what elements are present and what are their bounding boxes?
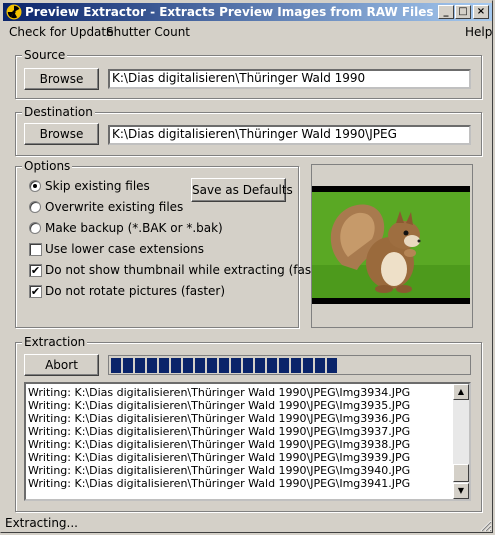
log-line: Writing: K:\Dias digitalisieren\Thüringe… bbox=[28, 425, 411, 438]
radio-overwrite-existing-label: Overwrite existing files bbox=[45, 200, 184, 214]
menu-bar: Check for Update Shutter Count Help bbox=[3, 23, 492, 41]
close-button[interactable]: × bbox=[473, 5, 489, 19]
progress-segment bbox=[243, 358, 253, 373]
menu-shutter-count[interactable]: Shutter Count bbox=[106, 25, 190, 39]
checkbox-lowercase-extensions[interactable] bbox=[29, 243, 42, 256]
log-line: Writing: K:\Dias digitalisieren\Thüringe… bbox=[28, 451, 411, 464]
menu-check-update[interactable]: Check for Update bbox=[9, 25, 114, 39]
log-line: Writing: K:\Dias digitalisieren\Thüringe… bbox=[28, 412, 411, 425]
scrollbar-thumb[interactable] bbox=[453, 464, 469, 482]
progress-segment bbox=[111, 358, 121, 373]
log-list[interactable]: Writing: K:\Dias digitalisieren\Thüringe… bbox=[24, 382, 471, 501]
checkbox-no-thumbnail[interactable]: ✔ bbox=[29, 264, 42, 277]
progress-segment bbox=[327, 358, 337, 373]
save-as-defaults-button[interactable]: Save as Defaults bbox=[191, 178, 293, 202]
destination-browse-button[interactable]: Browse bbox=[24, 123, 99, 145]
radio-skip-existing[interactable] bbox=[29, 180, 41, 192]
radio-skip-existing-label: Skip existing files bbox=[45, 179, 150, 193]
log-line: Writing: K:\Dias digitalisieren\Thüringe… bbox=[28, 477, 411, 490]
destination-path-field[interactable]: K:\Dias digitalisieren\Thüringer Wald 19… bbox=[108, 125, 471, 145]
progress-segment bbox=[315, 358, 325, 373]
status-text: Extracting... bbox=[5, 516, 78, 530]
options-group-label: Options bbox=[22, 159, 73, 173]
app-window: Preview Extractor - Extracts Preview Ima… bbox=[0, 0, 493, 533]
status-bar: Extracting... bbox=[3, 515, 492, 532]
log-scrollbar[interactable]: ▲ ▼ bbox=[453, 384, 469, 499]
progress-segment bbox=[279, 358, 289, 373]
radio-make-backup-label: Make backup (*.BAK or *.bak) bbox=[45, 221, 223, 235]
progress-segment bbox=[291, 358, 301, 373]
progress-bar bbox=[108, 355, 471, 375]
maximize-button[interactable]: □ bbox=[455, 5, 471, 19]
progress-segment bbox=[255, 358, 265, 373]
window-title: Preview Extractor - Extracts Preview Ima… bbox=[25, 5, 434, 19]
log-line: Writing: K:\Dias digitalisieren\Thüringe… bbox=[28, 464, 411, 477]
log-line: Writing: K:\Dias digitalisieren\Thüringe… bbox=[28, 399, 411, 412]
progress-segment bbox=[147, 358, 157, 373]
progress-segment bbox=[207, 358, 217, 373]
title-bar[interactable]: Preview Extractor - Extracts Preview Ima… bbox=[3, 3, 492, 21]
source-browse-button[interactable]: Browse bbox=[24, 68, 99, 90]
progress-segment bbox=[183, 358, 193, 373]
arrow-down-icon[interactable]: ▼ bbox=[453, 483, 469, 499]
squirrel-photo bbox=[312, 186, 470, 304]
menu-help[interactable]: Help bbox=[465, 25, 492, 39]
progress-segment bbox=[303, 358, 313, 373]
checkbox-no-thumbnail-label: Do not show thumbnail while extracting (… bbox=[45, 263, 333, 277]
progress-segment bbox=[195, 358, 205, 373]
log-line: Writing: K:\Dias digitalisieren\Thüringe… bbox=[28, 438, 411, 451]
checkbox-no-rotate-label: Do not rotate pictures (faster) bbox=[45, 284, 226, 298]
progress-segment bbox=[159, 358, 169, 373]
checkbox-lowercase-extensions-label: Use lower case extensions bbox=[45, 242, 205, 256]
progress-segment bbox=[123, 358, 133, 373]
checkbox-no-rotate[interactable]: ✔ bbox=[29, 285, 42, 298]
progress-segment bbox=[267, 358, 277, 373]
abort-button[interactable]: Abort bbox=[24, 354, 99, 376]
radio-overwrite-existing[interactable] bbox=[29, 201, 41, 213]
log-line: Writing: K:\Dias digitalisieren\Thüringe… bbox=[28, 386, 411, 399]
destination-group-label: Destination bbox=[22, 105, 95, 119]
progress-segment bbox=[135, 358, 145, 373]
resize-grip-icon[interactable] bbox=[478, 518, 492, 532]
progress-segment bbox=[231, 358, 241, 373]
source-path-field[interactable]: K:\Dias digitalisieren\Thüringer Wald 19… bbox=[108, 69, 471, 89]
extraction-group-label: Extraction bbox=[22, 335, 88, 349]
progress-segment bbox=[171, 358, 181, 373]
radio-make-backup[interactable] bbox=[29, 222, 41, 234]
thumbnail-preview bbox=[311, 164, 473, 328]
progress-segment bbox=[219, 358, 229, 373]
source-group-label: Source bbox=[22, 48, 68, 62]
arrow-up-icon[interactable]: ▲ bbox=[453, 384, 469, 400]
minimize-button[interactable]: _ bbox=[438, 5, 454, 19]
radiation-icon bbox=[6, 4, 22, 20]
